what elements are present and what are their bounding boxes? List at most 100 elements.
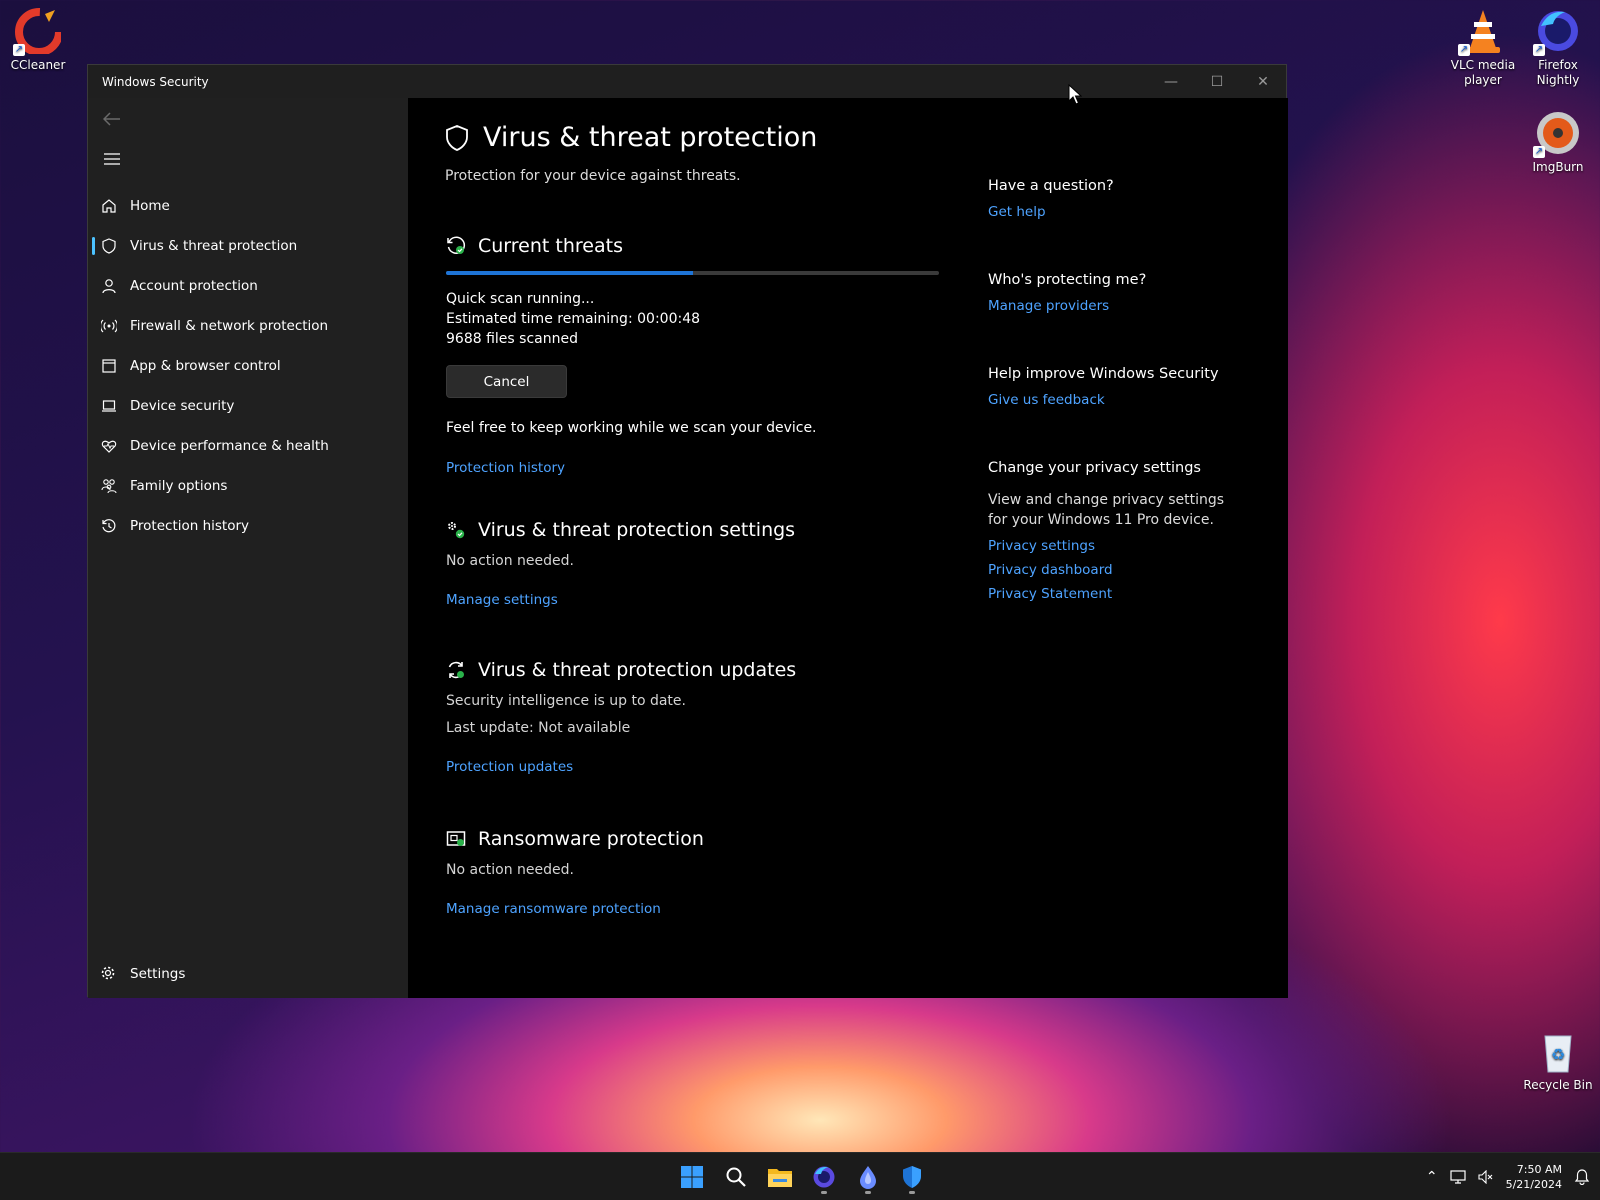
firefox-nightly-icon: ↗ [1533,8,1581,56]
manage-providers-link[interactable]: Manage providers [988,298,1268,314]
section-heading-text: Virus & threat protection settings [478,519,796,541]
threat-settings-heading: Virus & threat protection settings [446,515,946,545]
updates-status: Security intelligence is up to date. [446,693,686,709]
running-indicator [909,1191,915,1194]
sidebar-item-label: Virus & threat protection [130,238,298,254]
taskbar-windows-security[interactable] [894,1159,930,1195]
manage-ransomware-link[interactable]: Manage ransomware protection [446,901,661,917]
chevron-up-icon[interactable]: ⌃ [1426,1169,1438,1185]
taskbar: ⌃ 7:50 AM 5/21/2024 [0,1152,1600,1200]
imgburn-disc-icon: ↗ [1533,110,1581,158]
current-threats-heading: Current threats [446,231,946,261]
firefox-icon [813,1166,835,1188]
sidebar-item-firewall[interactable]: Firewall & network protection [92,306,402,346]
taskbar-search-button[interactable] [718,1159,754,1195]
minimize-button[interactable]: — [1148,65,1194,98]
person-icon [100,277,118,295]
protection-history-link-row: Protection history [446,457,946,476]
sidebar-item-device-security[interactable]: Device security [92,386,402,426]
heart-pulse-icon [100,437,118,455]
scan-note-text: Feel free to keep working while we scan … [446,420,817,436]
threat-settings-status: No action needed. [446,553,574,569]
desktop-icon-label: Firefox Nightly [1536,58,1580,87]
sidebar-item-settings[interactable]: Settings [92,954,402,994]
desktop-icon-ccleaner[interactable]: ↗ CCleaner [0,8,78,73]
windows-start-icon [681,1166,703,1188]
feedback-panel: Help improve Windows Security Give us fe… [988,366,1268,408]
window-title: Windows Security [102,74,209,89]
files-scanned-count: 9688 [446,331,482,347]
sidebar-item-app-browser-control[interactable]: App & browser control [92,346,402,386]
shortcut-arrow-icon: ↗ [13,44,25,56]
manage-settings-link[interactable]: Manage settings [446,592,558,608]
app-window-icon [100,357,118,375]
notification-bell-icon[interactable] [1574,1169,1590,1185]
maximize-button[interactable]: ☐ [1194,65,1240,98]
desktop-icon-vlc[interactable]: ↗ VLC media player [1443,8,1523,88]
close-button[interactable]: ✕ [1240,65,1286,98]
privacy-dashboard-link[interactable]: Privacy dashboard [988,562,1228,578]
have-question-heading: Have a question? [988,178,1114,194]
search-icon [726,1167,746,1187]
clock-time: 7:50 AM [1516,1163,1562,1176]
title-bar[interactable]: Windows Security — ☐ ✕ [88,65,1286,98]
desktop-icon-imgburn[interactable]: ↗ ImgBurn [1518,110,1598,175]
desktop-icon-label: CCleaner [10,58,66,72]
gear-icon [100,965,118,983]
app-icon [860,1166,876,1189]
sidebar-item-label: Device security [130,398,235,414]
taskbar-file-explorer[interactable] [762,1159,798,1195]
start-button[interactable] [674,1159,710,1195]
section-heading-text: Virus & threat protection updates [478,659,797,681]
sidebar-item-virus-threat-protection[interactable]: Virus & threat protection [92,226,402,266]
sidebar-item-family-options[interactable]: Family options [92,466,402,506]
sidebar-item-label: Family options [130,478,228,494]
home-icon [100,197,118,215]
section-heading-text: Ransomware protection [478,828,704,850]
sidebar-item-home[interactable]: Home [92,186,402,226]
desktop-icon-recycle-bin[interactable]: ♻ Recycle Bin [1518,1028,1598,1093]
page-subtitle: Protection for your device against threa… [445,168,741,184]
ransomware-check-icon [446,831,466,846]
scan-eta-label: Estimated time remaining: [446,311,633,327]
laptop-icon [100,397,118,415]
hamburger-icon [104,153,120,165]
sidebar-item-device-performance[interactable]: Device performance & health [92,426,402,466]
taskbar-firefox[interactable] [806,1159,842,1195]
volume-muted-icon[interactable] [1478,1170,1494,1184]
hamburger-menu-button[interactable] [98,146,126,172]
sidebar-item-label: App & browser control [130,358,281,374]
scan-status-text: Quick scan running... [446,291,595,307]
shield-icon [446,124,468,151]
files-scanned: 9688 files scanned [446,329,946,349]
privacy-settings-link[interactable]: Privacy settings [988,538,1228,554]
protection-history-link[interactable]: Protection history [446,460,565,476]
back-button[interactable] [98,106,126,132]
sidebar-item-label: Device performance & health [130,438,329,454]
protection-updates-link[interactable]: Protection updates [446,759,573,775]
shortcut-arrow-icon: ↗ [1533,44,1545,56]
shortcut-arrow-icon: ↗ [1458,44,1470,56]
taskbar-clock[interactable]: 7:50 AM 5/21/2024 [1506,1162,1562,1192]
give-feedback-link[interactable]: Give us feedback [988,392,1268,408]
who-protecting-panel: Who's protecting me? Manage providers [988,272,1268,314]
help-improve-heading: Help improve Windows Security [988,366,1219,382]
running-indicator [865,1191,871,1194]
cancel-scan-button[interactable]: Cancel [446,365,567,398]
sidebar-item-account-protection[interactable]: Account protection [92,266,402,306]
files-scanned-label: files scanned [486,331,578,347]
desktop-icon-firefox-nightly[interactable]: ↗ Firefox Nightly [1518,8,1598,88]
settings-label: Settings [130,966,186,982]
svg-text:♻: ♻ [1551,1045,1565,1064]
privacy-statement-link[interactable]: Privacy Statement [988,586,1228,602]
refresh-check-icon [448,661,464,679]
desktop-icon-label: ImgBurn [1532,160,1584,174]
get-help-link[interactable]: Get help [988,204,1268,220]
network-monitor-icon[interactable] [1449,1170,1466,1184]
clock-date: 5/21/2024 [1505,1178,1562,1191]
ccleaner-icon: ↗ [13,8,63,56]
shortcut-arrow-icon: ↗ [1533,146,1545,158]
sidebar-item-protection-history[interactable]: Protection history [92,506,402,546]
sidebar-item-label: Protection history [130,518,250,534]
taskbar-app[interactable] [850,1159,886,1195]
